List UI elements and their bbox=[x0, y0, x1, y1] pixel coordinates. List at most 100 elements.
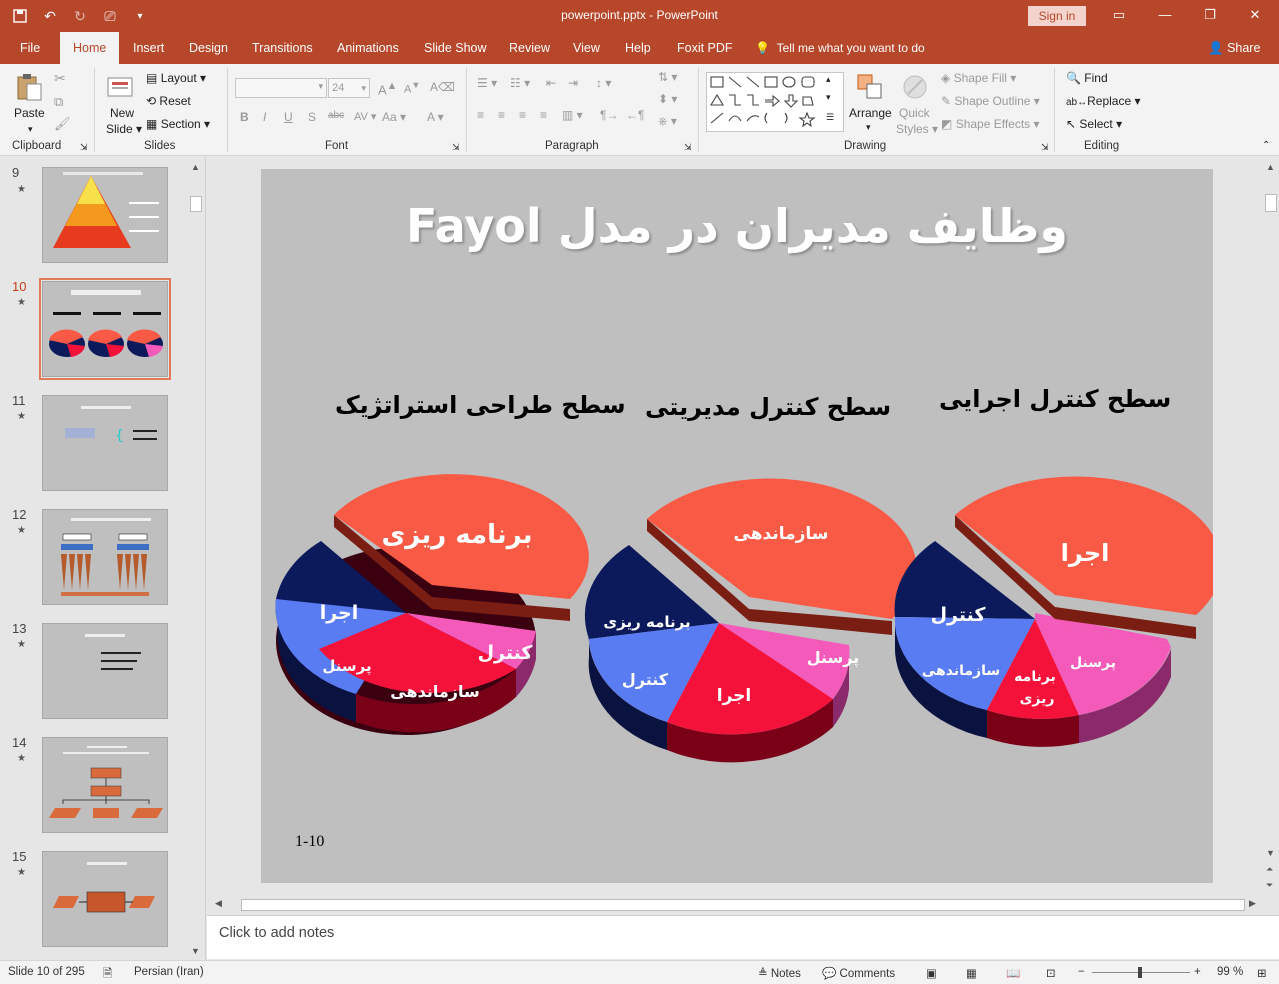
ribbon-display-options-icon[interactable]: ▭ bbox=[1108, 5, 1130, 25]
pie-chart-operational[interactable]: اجرا کنترل سازماندهی برنامه ريزی پرسنل bbox=[894, 476, 1213, 747]
notes-button[interactable]: ≜ Notes bbox=[758, 966, 801, 980]
new-slide-icon[interactable] bbox=[106, 72, 136, 102]
ltr-icon[interactable]: ¶→ bbox=[600, 108, 618, 122]
clear-formatting-icon[interactable]: A⌫ bbox=[430, 80, 455, 94]
scroll-down-icon[interactable]: ▼ bbox=[191, 946, 200, 956]
shape-fill-button[interactable]: ◈ Shape Fill ▾ bbox=[941, 71, 1016, 85]
bold-icon[interactable]: B bbox=[240, 110, 249, 124]
select-button[interactable]: ↖ Select ▾ bbox=[1066, 117, 1122, 131]
close-icon[interactable]: ✕ bbox=[1244, 5, 1266, 25]
strikethrough-icon[interactable]: abc bbox=[328, 110, 344, 121]
share-button[interactable]: 👤 Share bbox=[1208, 32, 1260, 64]
scroll-right-icon[interactable]: ▶ bbox=[1249, 898, 1256, 909]
editor-vertical-scrollbar[interactable]: ▲ ▼ ⏶ ⏷ bbox=[1263, 160, 1279, 897]
align-right-icon[interactable]: ≡ bbox=[519, 108, 526, 122]
bullets-icon[interactable]: ☰ ▾ bbox=[477, 76, 497, 90]
quick-styles-icon[interactable] bbox=[900, 72, 930, 102]
slide-show-icon[interactable]: ⊡ bbox=[1046, 966, 1056, 980]
zoom-out-icon[interactable]: − bbox=[1078, 966, 1085, 978]
section-button[interactable]: ▦ Section ▾ bbox=[146, 117, 210, 131]
scroll-down-icon[interactable]: ▼ bbox=[1266, 848, 1275, 858]
numbering-icon[interactable]: ☷ ▾ bbox=[510, 76, 530, 90]
quick-styles-button[interactable]: Styles ▾ bbox=[896, 122, 938, 136]
font-color-icon[interactable]: A ▾ bbox=[427, 110, 444, 124]
zoom-level[interactable]: 99 % bbox=[1217, 966, 1243, 978]
thumbnail-scrollbar[interactable]: ▲ ▼ bbox=[188, 160, 204, 960]
zoom-slider-thumb[interactable] bbox=[1138, 967, 1142, 978]
gallery-more-icon[interactable]: ☰ bbox=[826, 112, 834, 123]
slide-thumbnail-10[interactable] bbox=[39, 278, 171, 380]
grow-font-icon[interactable]: A▲ bbox=[378, 80, 397, 97]
slide-thumbnail-14[interactable] bbox=[42, 737, 168, 833]
horizontal-scroll-thumb[interactable] bbox=[241, 899, 1245, 911]
format-painter-icon[interactable]: 🖌 bbox=[54, 116, 71, 132]
next-slide-icon[interactable]: ⏷ bbox=[1266, 880, 1273, 891]
shapes-gallery[interactable] bbox=[706, 72, 844, 132]
copy-icon[interactable]: ⧉ bbox=[54, 94, 63, 110]
tell-me-search[interactable]: 💡 Tell me what you want to do bbox=[755, 32, 925, 64]
sign-in-button[interactable]: Sign in bbox=[1028, 6, 1086, 26]
arrange-button[interactable]: Arrange bbox=[849, 106, 892, 120]
line-spacing-icon[interactable]: ↕ ▾ bbox=[596, 76, 611, 90]
tab-insert[interactable]: Insert bbox=[133, 32, 164, 64]
restore-icon[interactable]: ❐ bbox=[1199, 5, 1221, 25]
previous-slide-icon[interactable]: ⏶ bbox=[1266, 864, 1273, 875]
replace-button[interactable]: ab↔Replace ▾ bbox=[1066, 94, 1141, 108]
tab-review[interactable]: Review bbox=[509, 32, 550, 64]
pie-chart-management[interactable]: سازماندهی برنامه ريزی کنترل اجرا پرسنل bbox=[584, 478, 917, 763]
arrange-dropdown-icon[interactable]: ▾ bbox=[866, 122, 871, 133]
tab-animations[interactable]: Animations bbox=[337, 32, 399, 64]
layout-button[interactable]: ▤ Layout ▾ bbox=[146, 71, 206, 85]
slide-thumbnail-12[interactable] bbox=[42, 509, 168, 605]
shape-effects-button[interactable]: ◩ Shape Effects ▾ bbox=[941, 117, 1040, 131]
minimize-icon[interactable]: — bbox=[1154, 5, 1176, 25]
tab-home[interactable]: Home bbox=[60, 32, 120, 64]
find-button[interactable]: 🔍 Find bbox=[1066, 71, 1108, 85]
text-direction-icon[interactable]: ⇅ ▾ bbox=[658, 70, 677, 84]
decrease-indent-icon[interactable]: ⇤ bbox=[546, 76, 556, 90]
align-text-icon[interactable]: ⬍ ▾ bbox=[658, 92, 677, 106]
comments-button[interactable]: 💬 Comments bbox=[822, 966, 895, 980]
new-slide-button[interactable]: Slide ▾ bbox=[106, 122, 142, 136]
reset-button[interactable]: ⟲ Reset bbox=[146, 94, 191, 108]
new-slide-label[interactable]: New bbox=[110, 106, 134, 120]
notes-pane[interactable]: Click to add notes bbox=[207, 915, 1279, 959]
underline-icon[interactable]: U bbox=[284, 110, 293, 124]
cut-icon[interactable]: ✂ bbox=[54, 70, 66, 87]
scroll-up-icon[interactable]: ▲ bbox=[1266, 162, 1275, 172]
notes-placeholder[interactable]: Click to add notes bbox=[219, 925, 334, 941]
slide-thumbnail-13[interactable] bbox=[42, 623, 168, 719]
clipboard-launcher-icon[interactable]: ⇲ bbox=[80, 142, 88, 153]
paste-button[interactable]: Paste bbox=[14, 106, 45, 120]
tab-transitions[interactable]: Transitions bbox=[252, 32, 313, 64]
shrink-font-icon[interactable]: A▼ bbox=[404, 80, 420, 96]
pie-chart-strategic[interactable]: برنامه ريزی اجرا پرسنل سازماندهی کنترل bbox=[275, 474, 589, 735]
editor-horizontal-scrollbar[interactable]: ◀ ▶ bbox=[211, 897, 1261, 913]
change-case-icon[interactable]: Aa ▾ bbox=[382, 110, 406, 124]
text-shadow-icon[interactable]: S bbox=[308, 110, 316, 124]
font-name-select[interactable]: ▾ bbox=[235, 78, 327, 98]
slide-thumbnail-11[interactable]: { bbox=[42, 395, 168, 491]
collapse-ribbon-icon[interactable]: ⌃ bbox=[1262, 140, 1270, 151]
font-launcher-icon[interactable]: ⇲ bbox=[452, 142, 460, 153]
arrange-icon[interactable] bbox=[855, 72, 885, 102]
tab-help[interactable]: Help bbox=[625, 32, 651, 64]
scroll-up-icon[interactable]: ▲ bbox=[191, 162, 200, 172]
quick-styles-label[interactable]: Quick bbox=[899, 106, 930, 120]
smartart-icon[interactable]: ⎈ ▾ bbox=[658, 114, 677, 129]
font-size-select[interactable]: 24 ▾ bbox=[328, 78, 370, 98]
tab-design[interactable]: Design bbox=[189, 32, 228, 64]
fit-to-window-icon[interactable]: ⊞ bbox=[1257, 966, 1267, 980]
drawing-launcher-icon[interactable]: ⇲ bbox=[1041, 142, 1049, 153]
scroll-thumb[interactable] bbox=[1265, 194, 1277, 212]
slide-sorter-icon[interactable]: ▦ bbox=[966, 966, 977, 980]
reading-view-icon[interactable]: 📖 bbox=[1006, 966, 1020, 980]
justify-icon[interactable]: ≡ bbox=[540, 108, 547, 122]
columns-icon[interactable]: ▥ ▾ bbox=[562, 108, 583, 122]
slide-thumbnail-9[interactable] bbox=[42, 167, 168, 263]
scroll-left-icon[interactable]: ◀ bbox=[215, 898, 222, 909]
align-center-icon[interactable]: ≡ bbox=[498, 108, 505, 122]
language-indicator[interactable]: Persian (Iran) bbox=[134, 966, 204, 978]
slide-canvas[interactable]: وظايف مديران در مدل Fayol سطح طراحی استر… bbox=[261, 169, 1213, 883]
increase-indent-icon[interactable]: ⇥ bbox=[568, 76, 578, 90]
